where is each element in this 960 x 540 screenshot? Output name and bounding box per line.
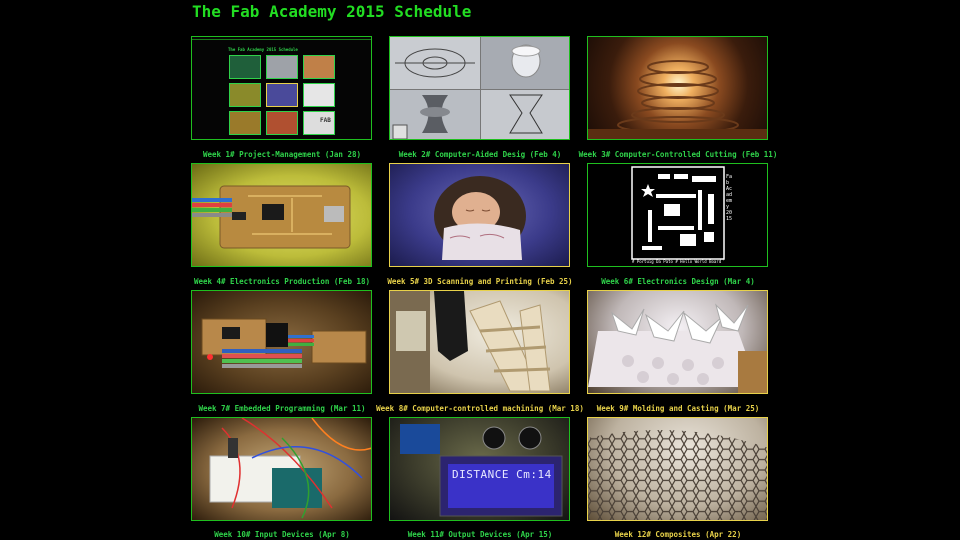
baby-scan-image bbox=[390, 164, 569, 266]
week-3-caption-link[interactable]: Week 3# Computer-Controlled Cutting (Feb… bbox=[553, 150, 803, 160]
pcb-side-text: Fab Academy 2015 bbox=[726, 174, 733, 222]
week-5-thumbnail-link[interactable] bbox=[389, 163, 570, 267]
week-12-caption-link[interactable]: Week 12# Composites (Apr 22) bbox=[553, 530, 803, 540]
pcb-bottom-text: # Portuig Da Pato # Hello World Board V1… bbox=[632, 259, 724, 264]
circuit-board-image bbox=[192, 164, 371, 266]
mini-site-title: The Fab Academy 2015 Schedule bbox=[228, 47, 298, 52]
page-title: The Fab Academy 2015 Schedule bbox=[192, 2, 472, 21]
lcd-text: DISTANCE Cm:14 bbox=[452, 468, 552, 481]
week-6-caption-link[interactable]: Week 6# Electronics Design (Mar 4) bbox=[553, 277, 803, 287]
week-10-thumbnail-link[interactable] bbox=[191, 417, 372, 521]
cast-parts-image bbox=[588, 291, 767, 393]
week-12-thumbnail-link[interactable] bbox=[587, 417, 768, 521]
cad-render-image bbox=[390, 37, 569, 139]
week-7-thumbnail-link[interactable] bbox=[191, 290, 372, 394]
week-4-thumbnail-link[interactable] bbox=[191, 163, 372, 267]
website-screenshot-image: The Fab Academy 2015 Schedule FAB bbox=[192, 37, 371, 139]
programmer-board-image bbox=[192, 291, 371, 393]
week-2-thumbnail-link[interactable] bbox=[389, 36, 570, 140]
week-8-thumbnail-link[interactable] bbox=[389, 290, 570, 394]
mini-fab-logo: FAB bbox=[320, 117, 331, 124]
week-6-thumbnail-link[interactable]: Fab Academy 2015 # Portuig Da Pato # Hel… bbox=[587, 163, 768, 267]
week-11-thumbnail-link[interactable]: DISTANCE Cm:14 bbox=[389, 417, 570, 521]
pcb-layout-image: Fab Academy 2015 # Portuig Da Pato # Hel… bbox=[588, 164, 767, 266]
week-3-thumbnail-link[interactable] bbox=[587, 36, 768, 140]
week-9-thumbnail-link[interactable] bbox=[587, 290, 768, 394]
lcd-display-image: DISTANCE Cm:14 bbox=[390, 418, 569, 520]
week-1-thumbnail-link[interactable]: The Fab Academy 2015 Schedule FAB bbox=[191, 36, 372, 140]
lamp-image bbox=[588, 37, 767, 139]
week-9-caption-link[interactable]: Week 9# Molding and Casting (Mar 25) bbox=[553, 404, 803, 414]
breadboard-image bbox=[192, 418, 371, 520]
honeycomb-image bbox=[588, 418, 767, 520]
wooden-shelf-image bbox=[390, 291, 569, 393]
